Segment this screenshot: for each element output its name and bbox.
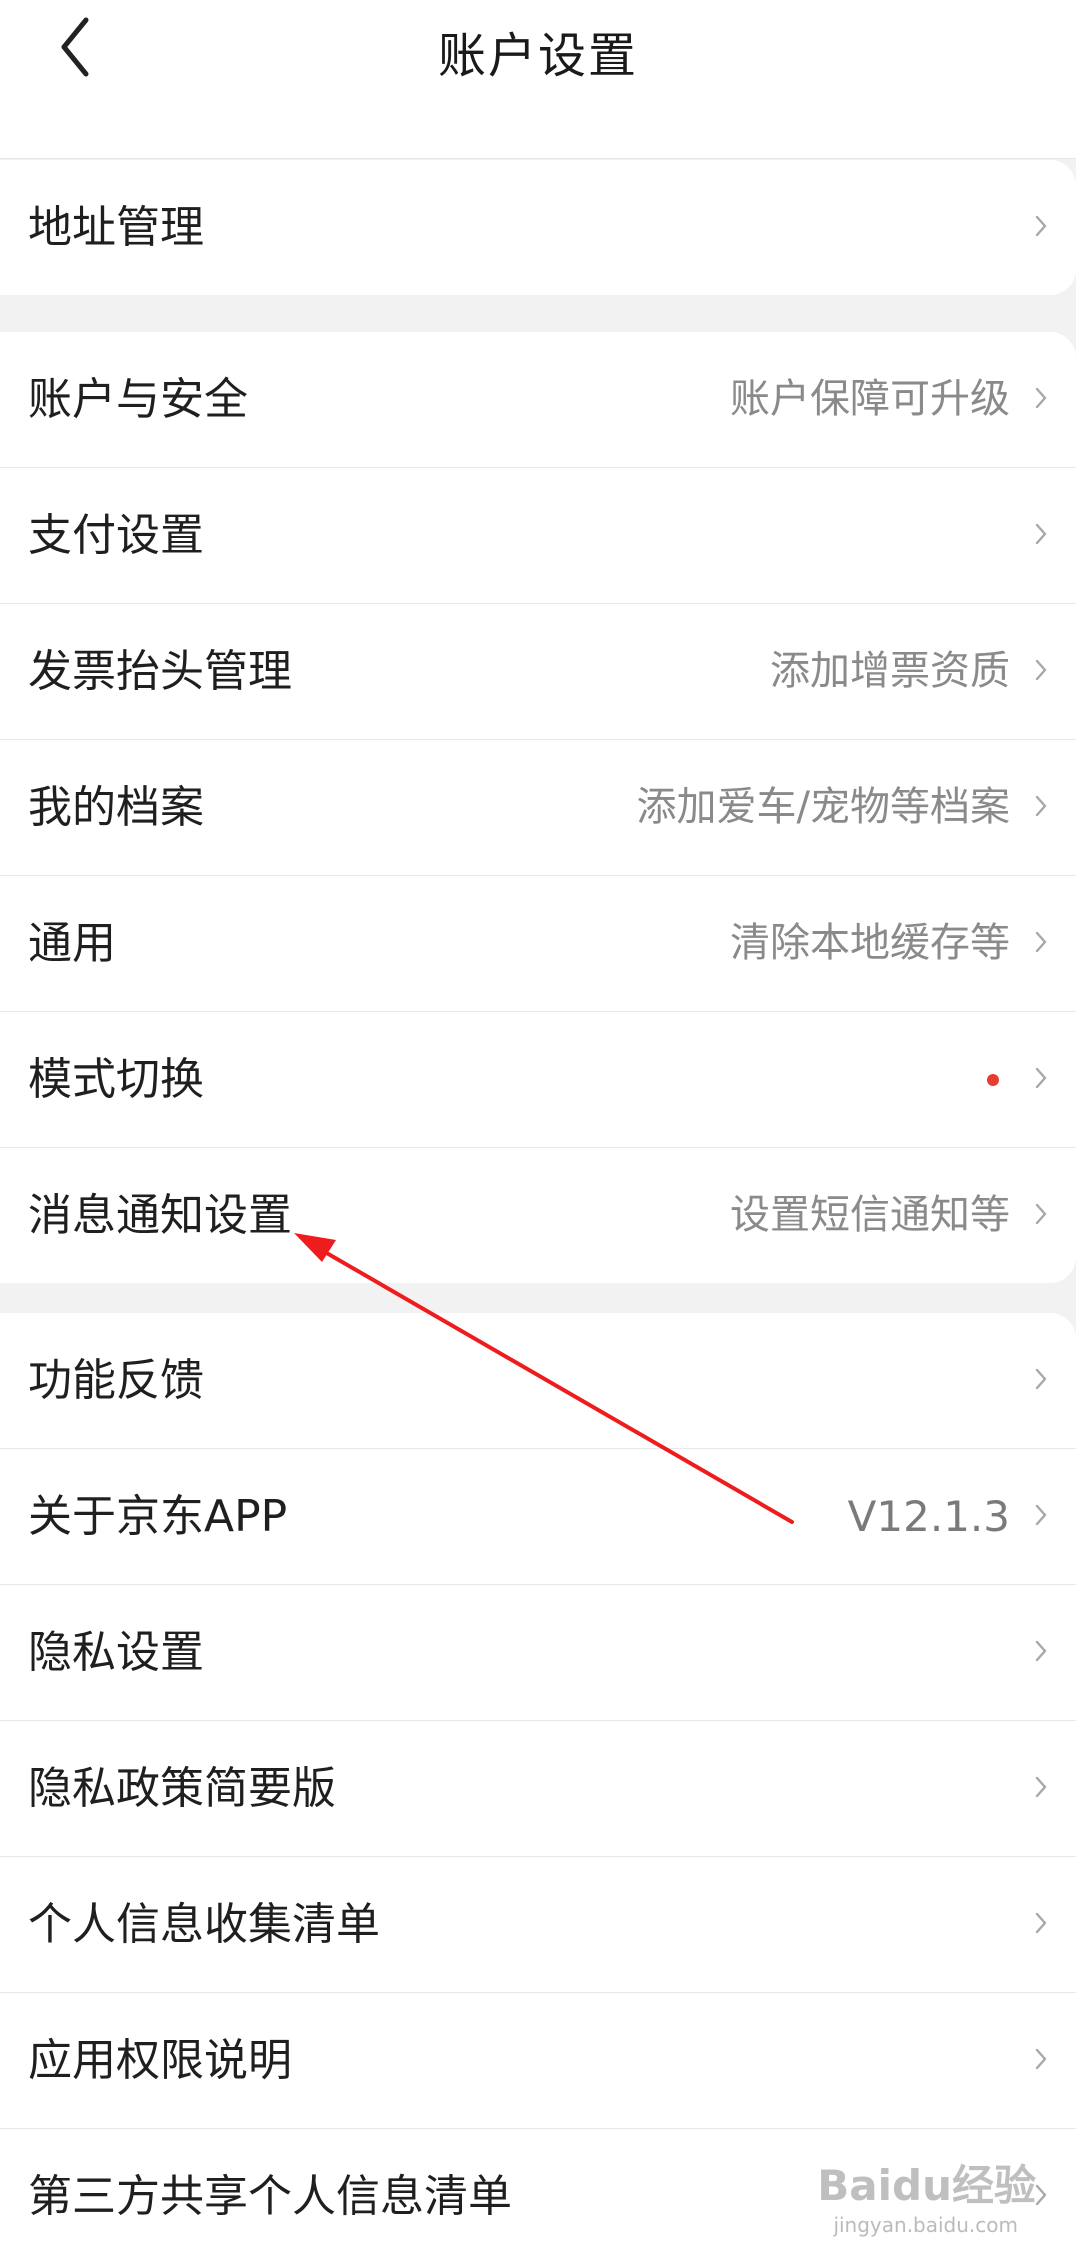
row-invoice-title[interactable]: 发票抬头管理 添加增票资质 [0, 604, 1076, 740]
row-value: 账户保障可升级 [730, 376, 1010, 422]
row-label: 关于京东APP [28, 1491, 288, 1542]
row-message-notification[interactable]: 消息通知设置 设置短信通知等 [0, 1148, 1076, 1283]
row-privacy-policy-brief[interactable]: 隐私政策简要版 [0, 1721, 1076, 1857]
chevron-right-icon [1035, 215, 1047, 237]
chevron-right-icon [1035, 1912, 1047, 1934]
settings-group-1: 地址管理 [0, 160, 1076, 295]
chevron-right-icon [1035, 387, 1047, 409]
red-dot-badge [987, 1074, 999, 1086]
chevron-right-icon [1035, 931, 1047, 953]
page-title: 账户设置 [437, 28, 638, 84]
row-value: 添加增票资质 [770, 648, 1010, 694]
chevron-right-icon [1035, 2184, 1047, 2206]
row-label: 我的档案 [28, 782, 204, 833]
header-bar: 账户设置 [0, 0, 1076, 159]
row-payment-settings[interactable]: 支付设置 [0, 468, 1076, 604]
chevron-right-icon [1035, 795, 1047, 817]
row-app-permissions[interactable]: 应用权限说明 [0, 1993, 1076, 2129]
chevron-right-icon [1035, 1203, 1047, 1225]
row-general[interactable]: 通用 清除本地缓存等 [0, 876, 1076, 1012]
row-value: 添加爱车/宠物等档案 [636, 784, 1010, 830]
chevron-right-icon [1035, 1368, 1047, 1390]
row-label: 模式切换 [28, 1054, 204, 1105]
row-label: 发票抬头管理 [28, 646, 292, 697]
chevron-right-icon [1035, 2048, 1047, 2070]
row-value: 清除本地缓存等 [730, 920, 1010, 966]
row-label: 地址管理 [28, 202, 204, 253]
row-label: 支付设置 [28, 510, 204, 561]
settings-group-2: 账户与安全 账户保障可升级 支付设置 发票抬头管理 添加增票资质 我的档案 添加… [0, 332, 1076, 1283]
row-value: 设置短信通知等 [730, 1192, 1010, 1238]
row-label: 账户与安全 [28, 374, 248, 425]
row-label: 隐私设置 [28, 1627, 204, 1678]
chevron-right-icon [1035, 1776, 1047, 1798]
row-label: 消息通知设置 [28, 1190, 292, 1241]
version-text: V12.1.3 [847, 1492, 1010, 1541]
row-label: 通用 [28, 918, 116, 969]
row-personal-info-list[interactable]: 个人信息收集清单 [0, 1857, 1076, 1993]
row-address-management[interactable]: 地址管理 [0, 160, 1076, 295]
row-mode-switch[interactable]: 模式切换 [0, 1012, 1076, 1148]
watermark-logo: Baidu经验 [817, 2161, 1036, 2210]
row-label: 隐私政策简要版 [28, 1763, 336, 1814]
row-label: 应用权限说明 [28, 2035, 292, 2086]
row-privacy-settings[interactable]: 隐私设置 [0, 1585, 1076, 1721]
chevron-right-icon [1035, 1640, 1047, 1662]
chevron-right-icon [1035, 659, 1047, 681]
chevron-right-icon [1035, 1067, 1047, 1089]
row-my-profile[interactable]: 我的档案 添加爱车/宠物等档案 [0, 740, 1076, 876]
row-label: 个人信息收集清单 [28, 1899, 380, 1950]
chevron-right-icon [1035, 523, 1047, 545]
row-account-security[interactable]: 账户与安全 账户保障可升级 [0, 332, 1076, 468]
row-about-app[interactable]: 关于京东APP V12.1.3 [0, 1449, 1076, 1585]
row-label: 功能反馈 [28, 1355, 204, 1406]
row-feedback[interactable]: 功能反馈 [0, 1313, 1076, 1449]
row-label: 第三方共享个人信息清单 [28, 2171, 512, 2222]
settings-group-3: 功能反馈 关于京东APP V12.1.3 隐私设置 隐私政策简要版 个人信息收集… [0, 1313, 1076, 2264]
chevron-right-icon [1035, 1504, 1047, 1526]
watermark-url: jingyan.baidu.com [833, 2213, 1018, 2237]
